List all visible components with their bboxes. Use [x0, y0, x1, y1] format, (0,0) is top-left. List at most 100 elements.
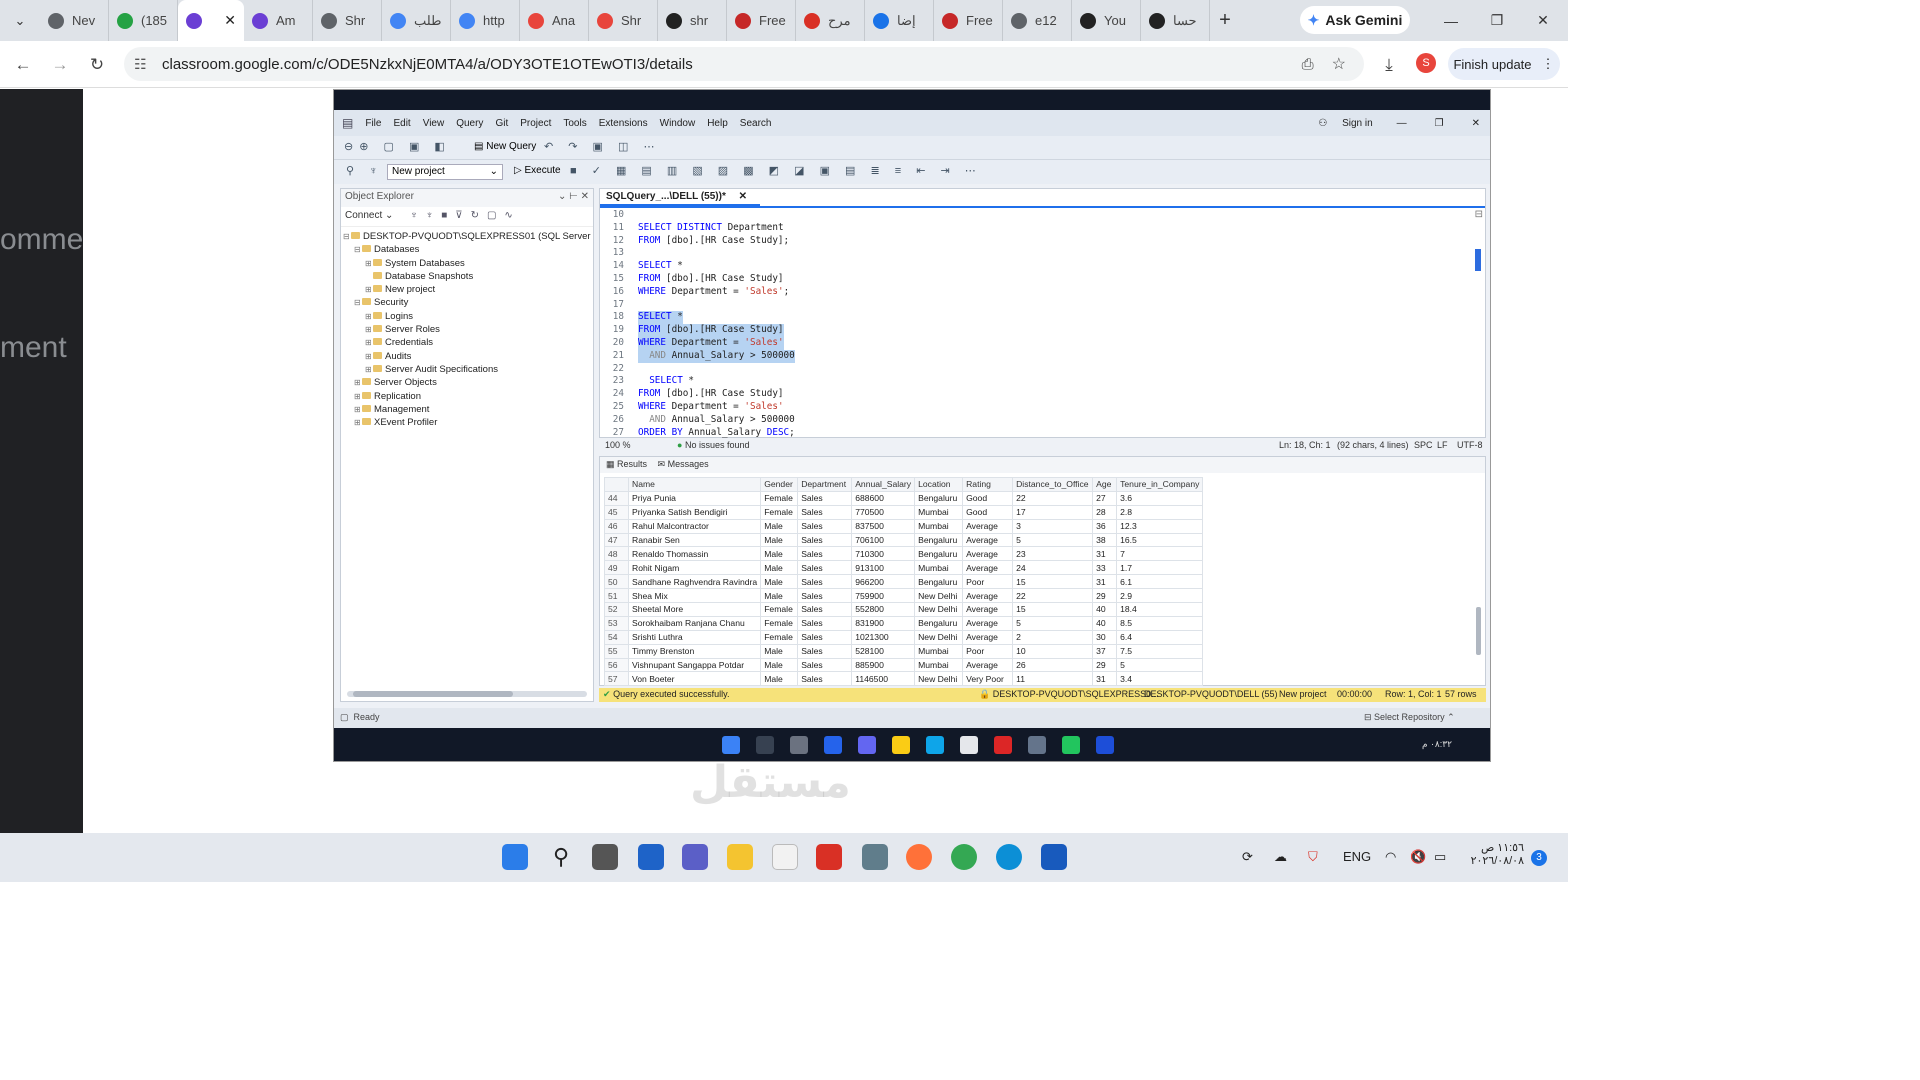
tree-node[interactable]: ⊞ System Databases: [343, 258, 591, 271]
row-number[interactable]: 52: [604, 602, 629, 617]
close-tab-icon[interactable]: ✕: [739, 191, 747, 202]
forward-icon[interactable]: →: [47, 52, 73, 78]
sync-icon[interactable]: ⟳: [1242, 849, 1253, 865]
column-header[interactable]: Rating: [962, 477, 1014, 492]
table-cell[interactable]: Male: [760, 657, 799, 673]
results-grid[interactable]: Name Gender Department Annual_Salary Locatio…: [604, 477, 1204, 687]
table-cell[interactable]: New Delhi: [914, 629, 964, 645]
table-cell[interactable]: 8.5: [1116, 615, 1204, 631]
tree-node[interactable]: ⊞ Server Audit Specifications: [343, 364, 591, 377]
table-cell[interactable]: Female: [760, 615, 799, 631]
tree-node[interactable]: ⊞ Logins: [343, 311, 591, 324]
notification-badge[interactable]: 3: [1531, 850, 1547, 866]
select-repository-button[interactable]: ⊟ Select Repository ⌃: [1364, 712, 1455, 723]
table-cell[interactable]: Average: [962, 657, 1014, 673]
browser-tab[interactable]: shr: [658, 0, 727, 41]
row-number[interactable]: 49: [604, 560, 629, 576]
table-cell[interactable]: 1146500: [851, 671, 916, 687]
tab-results[interactable]: ▦ Results: [606, 459, 647, 469]
task-view-icon[interactable]: [592, 844, 618, 870]
table-cell[interactable]: Sales: [797, 629, 853, 645]
expand-toggle-icon[interactable]: ⊞: [365, 285, 373, 294]
table-cell[interactable]: Ranabir Sen: [627, 532, 762, 548]
tab-sqlquery[interactable]: SQLQuery_...\DELL (55))* ✕: [600, 189, 760, 206]
ssms-restore-icon[interactable]: ❐: [1435, 118, 1444, 129]
table-cell[interactable]: Female: [760, 490, 799, 506]
tree-node[interactable]: ⊞ Server Roles: [343, 324, 591, 337]
tree-node[interactable]: ⊞ Credentials: [343, 337, 591, 350]
browser-tab[interactable]: Free: [727, 0, 796, 41]
expand-toggle-icon[interactable]: ⊞: [365, 338, 373, 347]
row-number[interactable]: 48: [604, 546, 629, 562]
table-cell[interactable]: 38: [1092, 532, 1118, 548]
table-cell[interactable]: 1021300: [851, 629, 916, 645]
expand-toggle-icon[interactable]: ⊞: [365, 365, 373, 374]
table-cell[interactable]: 15: [1012, 574, 1094, 590]
panel-pin-close-icons[interactable]: ⌄ ⊢ ✕: [558, 191, 589, 202]
table-cell[interactable]: Male: [760, 546, 799, 562]
query-editor[interactable]: SQLQuery_...\DELL (55))* ✕ 10 11 SELECT DI…: [599, 188, 1486, 438]
table-cell[interactable]: Priya Punia: [627, 490, 762, 506]
expand-toggle-icon[interactable]: ⊞: [354, 378, 362, 387]
tree-node[interactable]: ⊞ Replication: [343, 391, 591, 404]
cloud-off-icon[interactable]: ☁: [1274, 849, 1287, 865]
expand-toggle-icon[interactable]: ⊞: [354, 418, 362, 427]
address-bar[interactable]: ☷ classroom.google.com/c/ODE5NzkxNjE0MTA…: [124, 47, 1364, 81]
table-cell[interactable]: Sales: [797, 532, 853, 548]
table-cell[interactable]: New Delhi: [914, 671, 964, 687]
column-header[interactable]: Gender: [760, 477, 799, 492]
table-row[interactable]: 46 Rahul Malcontractor Male Sales 837500 Mumb…: [604, 518, 1204, 534]
table-cell[interactable]: Von Boeter: [627, 671, 762, 687]
table-cell[interactable]: Sales: [797, 602, 853, 617]
edge-icon[interactable]: [996, 844, 1022, 870]
table-cell[interactable]: Poor: [962, 574, 1014, 590]
table-cell[interactable]: Male: [760, 574, 799, 590]
table-cell[interactable]: 31: [1092, 671, 1118, 687]
expand-toggle-icon[interactable]: ⊞: [365, 352, 373, 361]
code-line[interactable]: 21 AND Annual_Salary > 500000: [600, 349, 1460, 363]
column-header[interactable]: Annual_Salary: [851, 477, 916, 492]
table-cell[interactable]: Bengaluru: [914, 532, 964, 548]
profile-avatar[interactable]: S: [1416, 53, 1436, 73]
firefox-icon[interactable]: [906, 844, 932, 870]
row-number[interactable]: 51: [604, 588, 629, 604]
table-cell[interactable]: 16.5: [1116, 532, 1204, 548]
browser-tab[interactable]: Am: [244, 0, 313, 41]
results-scrollbar[interactable]: [1476, 607, 1481, 655]
code-line[interactable]: 17: [600, 299, 1460, 312]
table-cell[interactable]: 3.6: [1116, 490, 1204, 506]
menu-item[interactable]: Git: [495, 118, 508, 129]
site-info-icon[interactable]: ☷: [124, 56, 156, 73]
download-icon[interactable]: ⤓: [1376, 52, 1402, 78]
browser-tab[interactable]: Nev: [40, 0, 109, 41]
clock[interactable]: ١١:٥٦ ص ٢٠٢٦/٠٨/٠٨: [1462, 841, 1524, 867]
column-header[interactable]: Age: [1092, 477, 1118, 492]
table-cell[interactable]: 7.5: [1116, 643, 1204, 659]
table-cell[interactable]: Sales: [797, 546, 853, 562]
code-line[interactable]: 12 FROM [dbo].[HR Case Study];: [600, 235, 1460, 248]
table-cell[interactable]: Male: [760, 588, 799, 604]
table-cell[interactable]: 27: [1092, 490, 1118, 506]
table-cell[interactable]: 6.1: [1116, 574, 1204, 590]
table-cell[interactable]: Female: [760, 602, 799, 617]
browser-tab[interactable]: You: [1072, 0, 1141, 41]
table-cell[interactable]: 31: [1092, 574, 1118, 590]
table-cell[interactable]: Vishnupant Sangappa Potdar: [627, 657, 762, 673]
table-cell[interactable]: 17: [1012, 504, 1094, 520]
table-cell[interactable]: Sales: [797, 504, 853, 520]
menu-item[interactable]: Project: [520, 118, 551, 129]
table-cell[interactable]: Average: [962, 546, 1014, 562]
table-row[interactable]: 56 Vishnupant Sangappa Potdar Male Sales 885…: [604, 657, 1204, 673]
table-cell[interactable]: Average: [962, 518, 1014, 534]
table-cell[interactable]: Mumbai: [914, 657, 964, 673]
table-row[interactable]: 50 Sandhane Raghvendra Ravindra Male Sales 9…: [604, 574, 1204, 590]
table-cell[interactable]: Shea Mix: [627, 588, 762, 604]
table-cell[interactable]: 885900: [851, 657, 916, 673]
table-cell[interactable]: 710300: [851, 546, 916, 562]
table-cell[interactable]: Average: [962, 560, 1014, 576]
table-cell[interactable]: 966200: [851, 574, 916, 590]
table-cell[interactable]: Female: [760, 504, 799, 520]
table-row[interactable]: 54 Srishti Luthra Female Sales 1021300 New De…: [604, 629, 1204, 645]
table-row[interactable]: 49 Rohit Nigam Male Sales 913100 Mumbai Averag…: [604, 560, 1204, 576]
table-cell[interactable]: 5: [1012, 532, 1094, 548]
